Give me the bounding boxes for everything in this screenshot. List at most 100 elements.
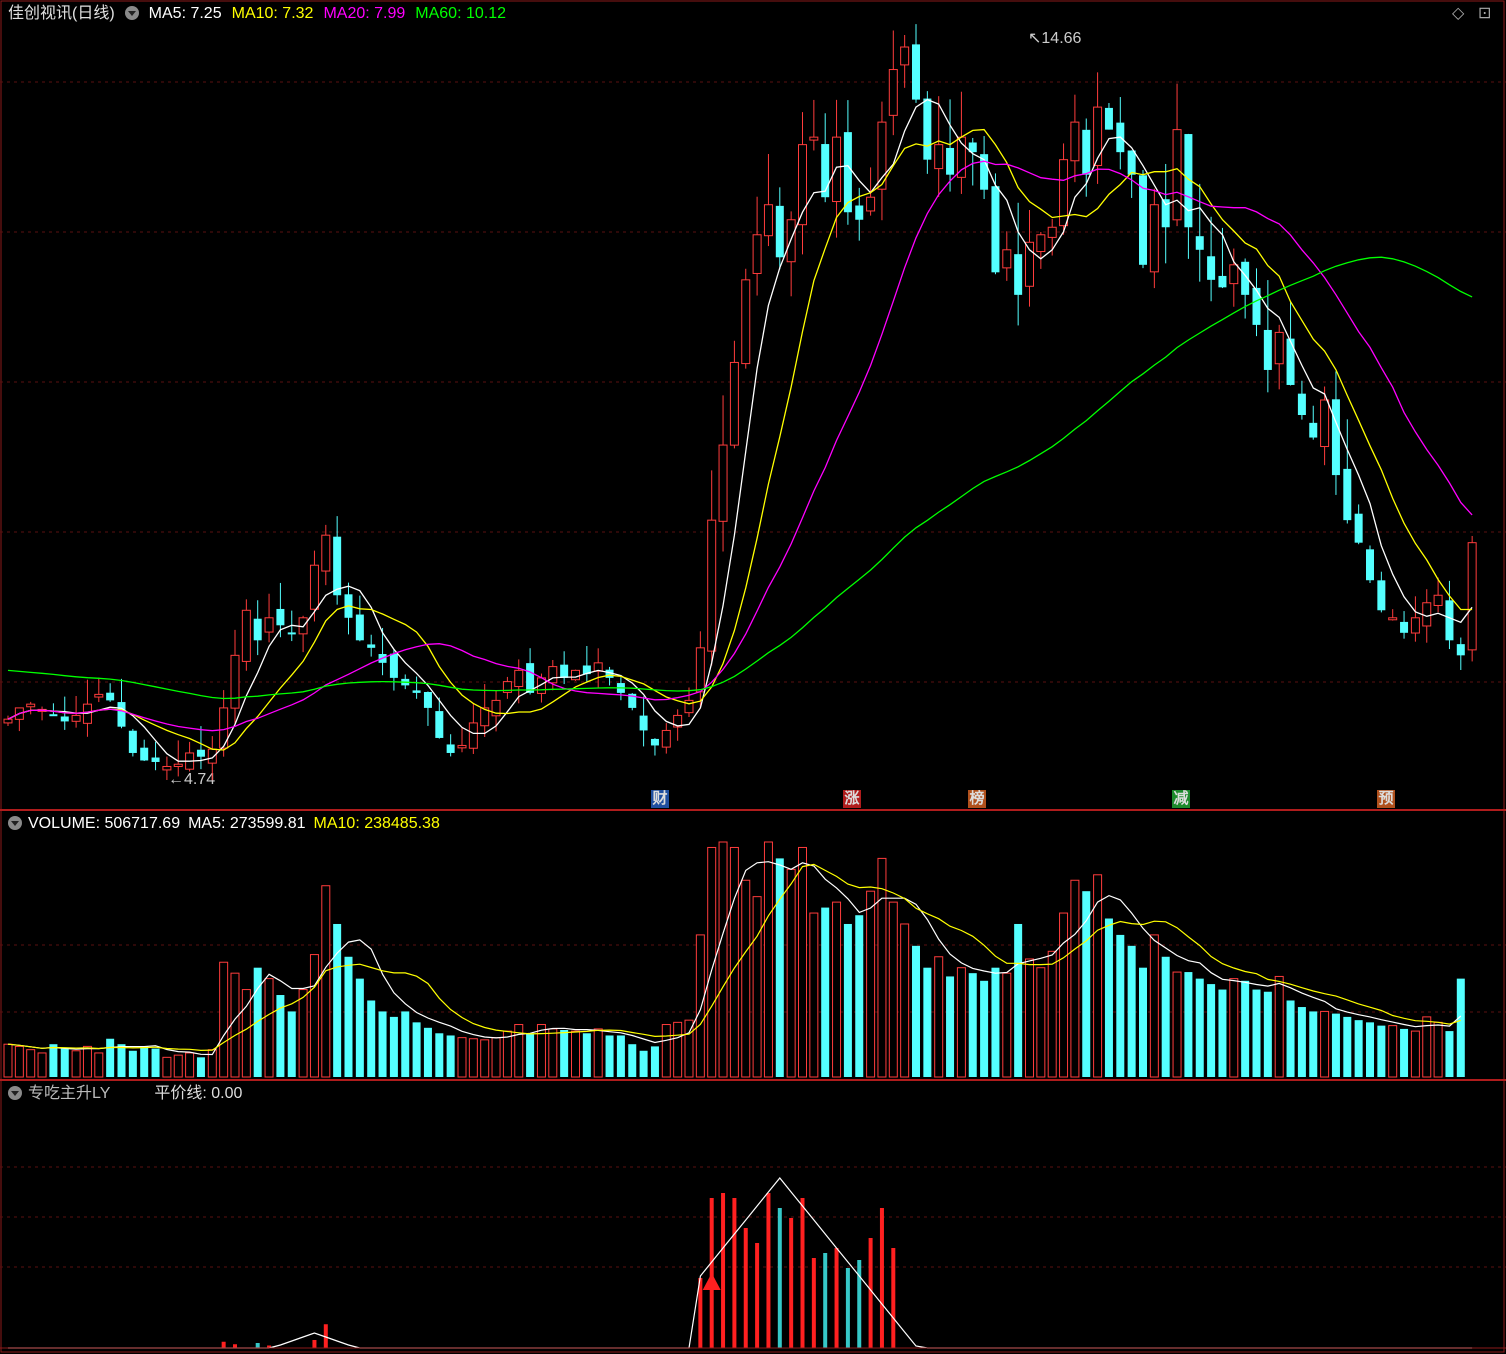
candle-body (140, 747, 149, 761)
candle-body (809, 136, 819, 141)
volume-bar (1116, 934, 1125, 1077)
candle-body (1331, 399, 1340, 476)
volume-bar (1014, 923, 1023, 1077)
volume-bar (1002, 972, 1012, 1078)
volume-bar (1354, 1020, 1363, 1077)
chart-canvas[interactable] (0, 0, 1506, 1354)
volume-bar (117, 1044, 126, 1077)
candle-body (855, 205, 864, 220)
candle-body (1195, 236, 1204, 250)
volume-bar (1456, 978, 1465, 1077)
volume-bar (912, 945, 920, 1077)
candle-body (230, 654, 240, 709)
candle-body (207, 748, 217, 764)
candle-body (1002, 249, 1012, 269)
candle-body (1366, 549, 1374, 581)
volume-bar (333, 923, 342, 1077)
candle-body (1149, 204, 1159, 273)
candle-body (548, 666, 558, 684)
candle-body (1093, 106, 1103, 166)
volume-bar (37, 1052, 47, 1078)
candle-body (571, 669, 580, 681)
volume-bar (980, 980, 989, 1077)
candle-body (514, 669, 524, 688)
candle-body (1207, 256, 1216, 280)
candle-body (1172, 129, 1182, 221)
candle-body (1400, 621, 1409, 633)
candle-body (991, 186, 1000, 273)
volume-bar (468, 1038, 478, 1078)
volume-bar (309, 954, 319, 1078)
volume-bar (571, 1030, 580, 1078)
candle-body (661, 729, 671, 748)
candle-body (1274, 331, 1284, 365)
indicator-bar (777, 1208, 782, 1348)
volume-bar (1263, 991, 1272, 1077)
volume-bar (1377, 1025, 1386, 1077)
candle-body (1286, 338, 1295, 385)
volume-bar (1149, 934, 1159, 1078)
candle-body (49, 714, 58, 717)
indicator-bar (721, 1193, 726, 1348)
volume-bar (480, 1039, 490, 1078)
indicator-bar (845, 1268, 850, 1348)
indicator-bar (879, 1208, 884, 1348)
candle-body (1388, 617, 1398, 621)
volume-bar (82, 1045, 92, 1078)
indicator-bar (868, 1238, 873, 1348)
candle-body (1082, 129, 1091, 175)
volume-bar (173, 1054, 183, 1078)
volume-bar (1400, 1028, 1409, 1077)
volume-bar (230, 972, 240, 1078)
volume-bar (60, 1048, 69, 1077)
volume-bar (946, 976, 955, 1077)
candle-body (151, 757, 160, 762)
indicator-bar (312, 1340, 317, 1348)
indicator-bar (811, 1258, 816, 1348)
volume-bar (741, 879, 751, 1078)
volume-bar (355, 978, 364, 1077)
volume-bar (185, 1052, 195, 1078)
candle-body (1218, 275, 1227, 288)
candle-body (423, 691, 432, 708)
candle-body (843, 132, 852, 213)
volume-bar (888, 901, 898, 1078)
ma5-line (7, 98, 1473, 762)
candle-body (412, 690, 421, 693)
volume-bar (1274, 975, 1284, 1078)
candle-body (741, 279, 751, 365)
candle-body (1456, 644, 1465, 656)
volume-bar (389, 1016, 398, 1077)
candle-body (1263, 329, 1272, 370)
indicator-bar (857, 1260, 862, 1348)
volume-bar (1195, 978, 1204, 1077)
indicator-bar (891, 1248, 896, 1348)
volume-bar (264, 978, 274, 1078)
volume-bar (616, 1035, 625, 1077)
indicator-bar (800, 1198, 805, 1348)
volume-bar (344, 956, 353, 1077)
volume-bar (140, 1046, 149, 1077)
volume-bar (412, 1022, 421, 1077)
volume-bar (1331, 1013, 1340, 1077)
candle-body (3, 718, 13, 724)
candle-body (457, 744, 467, 749)
volume-bar (321, 885, 331, 1078)
volume-bar (923, 967, 932, 1077)
volume-bar (526, 1033, 535, 1077)
volume-bar (1433, 1021, 1443, 1078)
volume-bar (1343, 1016, 1352, 1077)
candle-body (94, 693, 104, 698)
candle-body (1070, 121, 1080, 162)
candle-body (639, 715, 648, 731)
volume-bar (1104, 918, 1113, 1077)
volume-bar (196, 1057, 205, 1077)
candle-body (821, 144, 830, 198)
candle-body (707, 519, 717, 652)
volume-bar (423, 1027, 432, 1077)
candle-body (106, 692, 115, 701)
candle-body (763, 204, 773, 237)
volume-bar (1297, 1007, 1306, 1077)
candle-body (1229, 264, 1239, 285)
candle-body (1104, 107, 1113, 130)
